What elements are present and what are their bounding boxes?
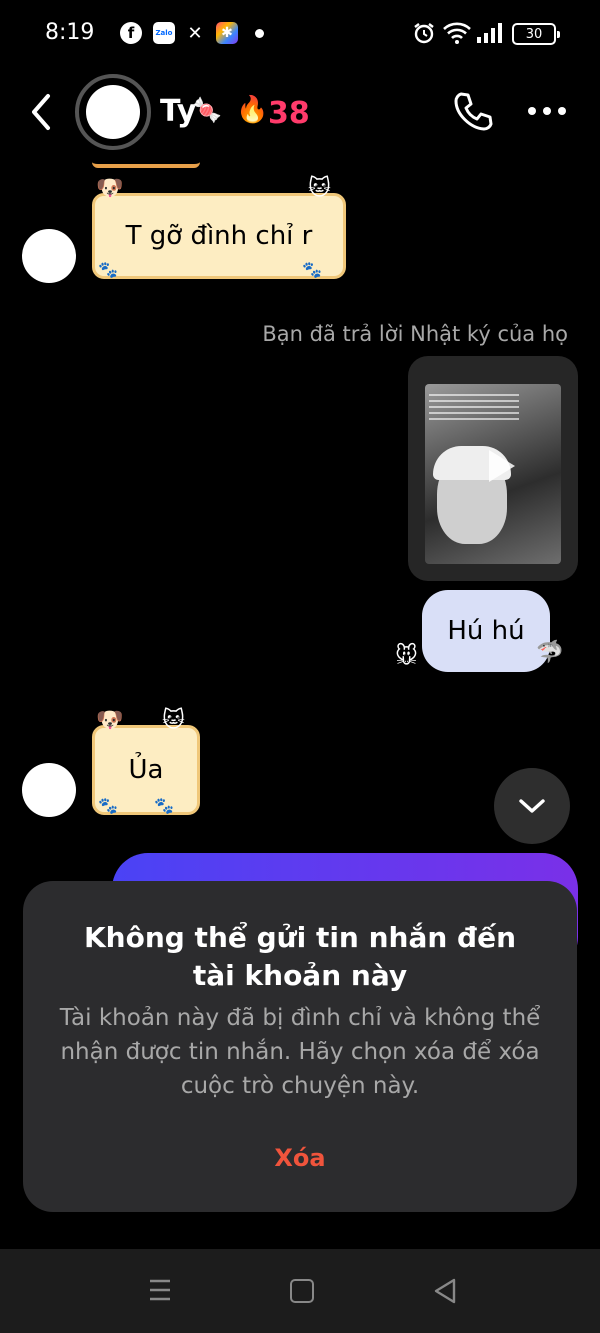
- cat-sticker-icon: 🐱: [162, 708, 185, 733]
- paw-icon: 🐾: [98, 796, 118, 815]
- shark-sticker-icon: 🦈: [536, 640, 564, 665]
- status-bar: 8:19 f Zalo ✕ ✱ 30: [0, 0, 600, 70]
- sent-message[interactable]: Hú hú: [422, 590, 550, 672]
- sender-avatar[interactable]: [22, 763, 76, 817]
- thumbnail-overlay-text: [429, 394, 519, 424]
- wifi-icon: [443, 22, 471, 44]
- zalo-icon: Zalo: [153, 22, 175, 44]
- chat-header: Ty 🍬 🔥 38: [0, 70, 600, 160]
- facebook-icon: f: [120, 22, 142, 44]
- home-icon[interactable]: [290, 1279, 314, 1303]
- sender-avatar[interactable]: [22, 229, 76, 283]
- cannot-send-dialog: Không thể gửi tin nhắn đến tài khoản này…: [23, 881, 577, 1212]
- more-options-icon[interactable]: [527, 106, 567, 116]
- profile-avatar[interactable]: [75, 74, 151, 150]
- dog-sticker-icon: 🐶: [96, 708, 124, 733]
- signal-icon: [477, 23, 502, 43]
- delete-button[interactable]: Xóa: [223, 1137, 377, 1179]
- paw-icon: 🐾: [98, 260, 118, 279]
- scroll-to-bottom-button[interactable]: [494, 768, 570, 844]
- chevron-down-icon: [519, 799, 545, 813]
- photos-icon: ✱: [216, 22, 238, 44]
- phone-icon[interactable]: [452, 90, 494, 132]
- battery-icon: 30: [512, 23, 560, 45]
- notification-dot-icon: [255, 29, 264, 38]
- streak-count: 38: [268, 96, 310, 131]
- dialog-title: Không thể gửi tin nhắn đến tài khoản này: [83, 921, 517, 992]
- play-icon[interactable]: [477, 444, 521, 488]
- message-text: Ủa: [128, 755, 164, 785]
- status-time: 8:19: [45, 20, 95, 45]
- recent-apps-icon[interactable]: [148, 1277, 172, 1303]
- fire-icon: 🔥: [236, 95, 269, 125]
- candy-emoji: 🍬: [192, 96, 222, 124]
- message-text: T gỡ đình chỉ r: [125, 221, 313, 251]
- nav-back-icon[interactable]: [432, 1277, 458, 1305]
- reply-caption: Bạn đã trả lời Nhật ký của họ: [262, 322, 568, 346]
- system-nav-bar: [0, 1249, 600, 1333]
- alarm-icon: [414, 23, 434, 44]
- story-reply-video[interactable]: [408, 356, 578, 581]
- avatar-image: [86, 85, 140, 139]
- paw-icon: 🐾: [154, 796, 174, 815]
- capcut-icon: ✕: [187, 22, 203, 44]
- dialog-message: Tài khoản này đã bị đình chỉ và không th…: [59, 1005, 541, 1099]
- sticker-fragment: [92, 156, 200, 168]
- cat-sticker-icon: 🐱: [308, 176, 331, 201]
- message-text: Hú hú: [447, 616, 525, 646]
- contact-name[interactable]: Ty: [160, 94, 196, 129]
- mouse-sticker-icon: 🐭: [395, 644, 418, 669]
- video-thumbnail: [425, 384, 561, 564]
- paw-icon: 🐾: [302, 260, 322, 279]
- back-icon[interactable]: [28, 92, 54, 132]
- dog-sticker-icon: 🐶: [96, 176, 124, 201]
